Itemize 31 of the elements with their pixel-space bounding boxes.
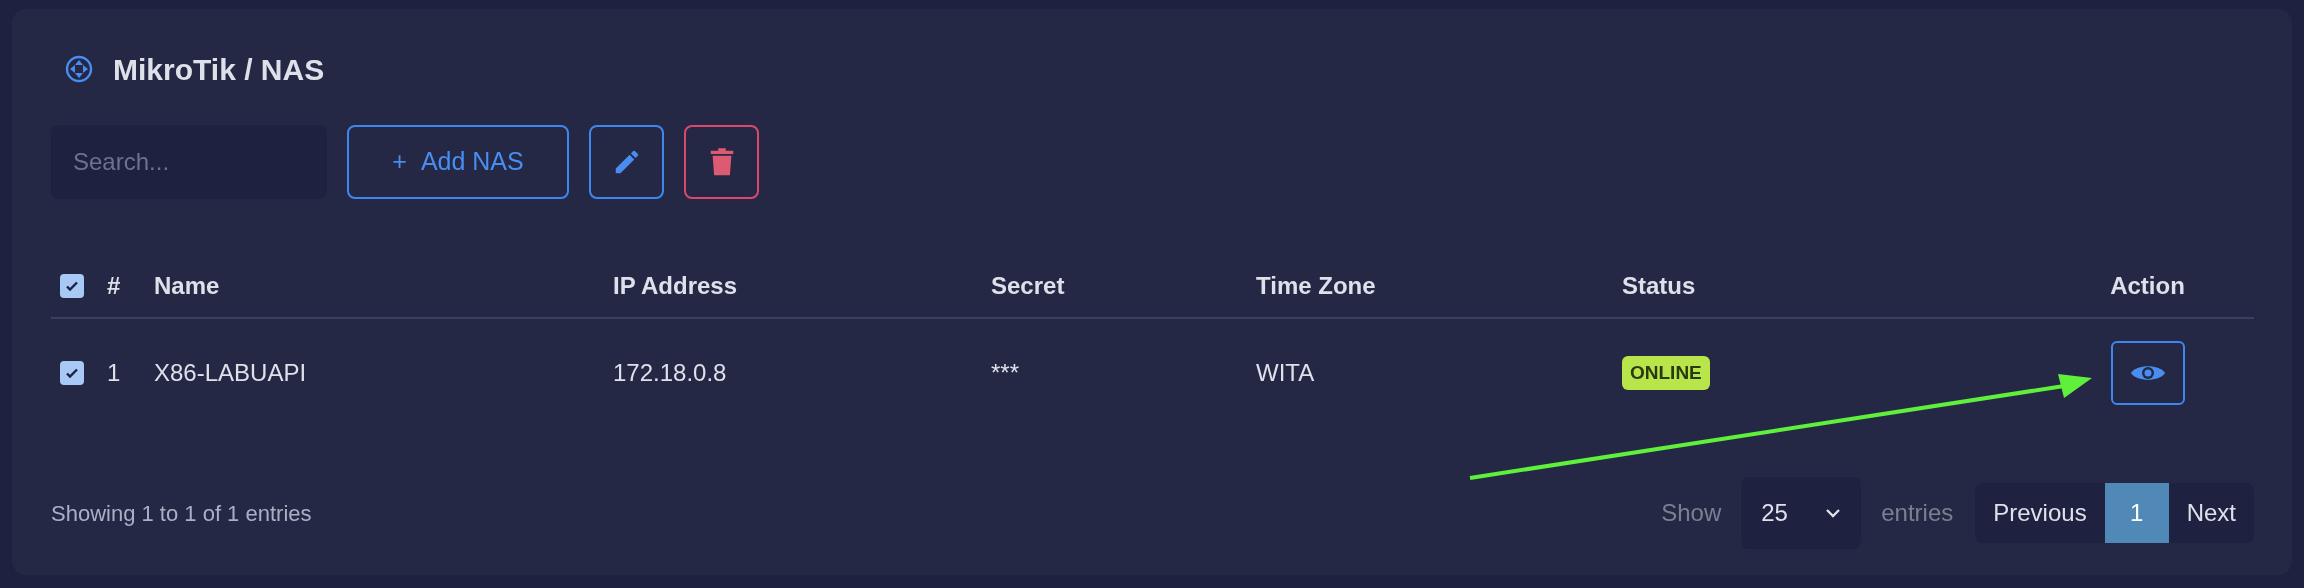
table-cell-text: WITA <box>1256 358 1316 388</box>
add-button[interactable]: + Add NAS <box>347 125 569 199</box>
checkbox[interactable] <box>60 361 84 385</box>
search-field[interactable]: Search... <box>51 125 327 199</box>
delete-button[interactable] <box>684 125 759 199</box>
table-cell-text: X86-LABUAPI <box>154 358 308 388</box>
column-header: Secret <box>991 271 1065 301</box>
table-cell-text: *** <box>991 358 1021 388</box>
column-header: Time Zone <box>1256 271 1376 301</box>
table-cell-text: 172.18.0.8 <box>613 358 728 388</box>
edit-button[interactable] <box>589 125 664 199</box>
view-button[interactable] <box>2110 341 2185 405</box>
page-button[interactable]: Next <box>2168 483 2254 543</box>
column-header: Status <box>1622 271 1696 301</box>
column-header: Action <box>2110 271 2185 301</box>
show-label: Show <box>1661 498 1722 528</box>
page-button[interactable]: Previous <box>1975 483 2105 543</box>
entries-info: Showing 1 to 1 of 1 entries <box>51 499 312 528</box>
column-header: IP Address <box>613 271 738 301</box>
move-icon <box>65 55 93 83</box>
table-cell-text: 1 <box>107 358 122 388</box>
page-size-select[interactable]: 25 <box>1741 477 1862 549</box>
page-button[interactable]: 1 <box>2104 483 2169 543</box>
column-header: Name <box>154 271 220 301</box>
column-header: # <box>107 271 121 301</box>
checkbox[interactable] <box>60 274 84 298</box>
page-title: MikroTik / NAS <box>113 51 325 88</box>
status-badge: ONLINE <box>1622 355 1710 391</box>
entries-label: entries <box>1881 498 1954 528</box>
chevron-down-icon <box>1825 508 1842 518</box>
trash-icon <box>708 147 735 177</box>
